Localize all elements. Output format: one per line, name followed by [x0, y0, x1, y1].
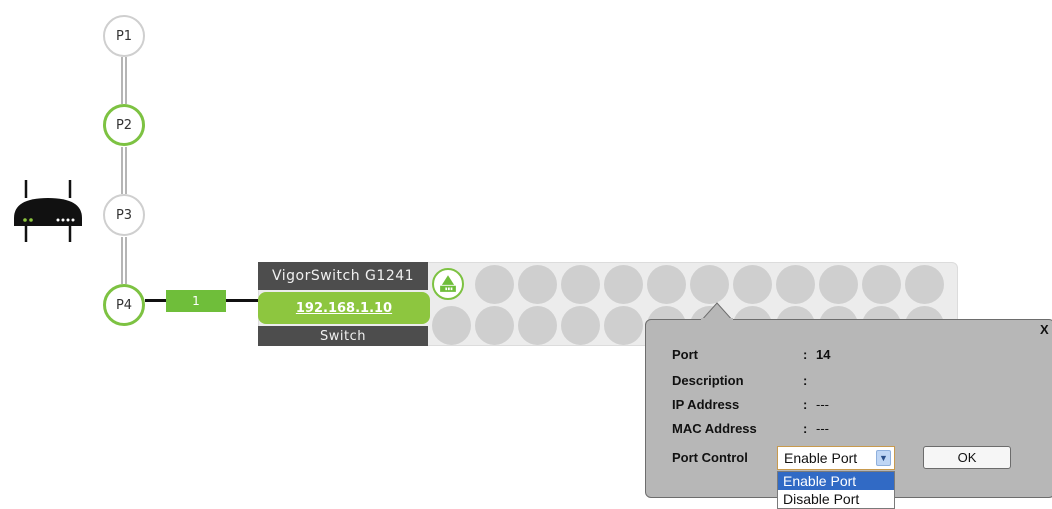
ip-address-value: ---	[816, 397, 829, 412]
switch-port[interactable]	[862, 265, 901, 304]
switch-port[interactable]	[604, 306, 643, 345]
description-label: Description	[672, 373, 744, 388]
router-icon	[14, 180, 82, 242]
node-p2[interactable]: P2	[103, 104, 145, 146]
switch-port[interactable]	[776, 265, 815, 304]
switch-port[interactable]	[561, 265, 600, 304]
description-colon: :	[803, 373, 808, 388]
switch-port[interactable]	[733, 265, 772, 304]
node-p4[interactable]: P4	[103, 284, 145, 326]
port-colon: :	[803, 347, 808, 362]
switch-port[interactable]	[561, 306, 600, 345]
switch-port[interactable]	[475, 306, 514, 345]
option-disable-port[interactable]: Disable Port	[778, 490, 894, 508]
ip-address-label: IP Address	[672, 397, 740, 412]
port-value: 14	[816, 347, 831, 362]
switch-type: Switch	[258, 326, 428, 346]
switch-port[interactable]	[432, 306, 471, 345]
ip-address-colon: :	[803, 397, 808, 412]
link-port-tag: 1	[166, 290, 226, 312]
switch-port[interactable]	[690, 265, 729, 304]
switch-port[interactable]	[819, 265, 858, 304]
port-control-select[interactable]: Enable Port ▼	[777, 446, 895, 470]
node-p3[interactable]: P3	[103, 194, 145, 236]
port-label: Port	[672, 347, 698, 362]
link-p1-p2	[121, 57, 127, 104]
switch-port[interactable]	[518, 265, 557, 304]
port-control-label: Port Control	[672, 450, 748, 465]
switch-port[interactable]	[475, 265, 514, 304]
port-control-selected: Enable Port	[784, 450, 858, 466]
switch-uplink-icon[interactable]	[432, 268, 464, 300]
close-icon[interactable]: X	[1040, 322, 1049, 337]
ok-button[interactable]: OK	[923, 446, 1011, 469]
option-enable-port[interactable]: Enable Port	[778, 472, 894, 490]
link-p2-p3	[121, 147, 127, 194]
mac-address-value: ---	[816, 421, 829, 436]
port-control-options: Enable Port Disable Port	[777, 471, 895, 509]
mac-address-colon: :	[803, 421, 808, 436]
switch-port[interactable]	[905, 265, 944, 304]
switch-port[interactable]	[518, 306, 557, 345]
mac-address-label: MAC Address	[672, 421, 757, 436]
node-p1[interactable]: P1	[103, 15, 145, 57]
link-p3-p4	[121, 237, 127, 284]
switch-name: VigorSwitch G1241	[258, 262, 428, 290]
chevron-down-icon[interactable]: ▼	[876, 450, 891, 466]
switch-port[interactable]	[604, 265, 643, 304]
switch-port[interactable]	[647, 265, 686, 304]
switch-ip-link[interactable]: 192.168.1.10	[258, 292, 430, 324]
